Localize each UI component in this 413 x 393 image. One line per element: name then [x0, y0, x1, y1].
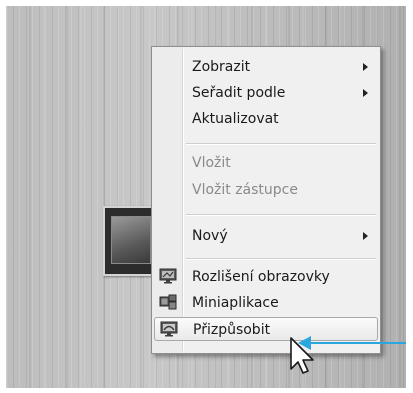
- window-pane: [111, 216, 151, 264]
- menu-item-label: Vložit: [192, 155, 231, 171]
- desktop-background[interactable]: Zobrazit Seřadit podle Aktualizovat Vlož…: [6, 6, 406, 388]
- menu-item-label: Rozlišení obrazovky: [192, 269, 330, 285]
- gadgets-icon: [159, 294, 177, 310]
- menu-item-label: Seřadit podle: [192, 85, 286, 101]
- menu-separator: [186, 143, 376, 145]
- menu-item-miniaplikace[interactable]: Miniaplikace: [154, 291, 378, 315]
- menu-item-aktualizovat[interactable]: Aktualizovat: [154, 107, 378, 131]
- menu-item-label: Přizpůsobit: [193, 322, 271, 338]
- menu-item-zobrazit[interactable]: Zobrazit: [154, 55, 378, 79]
- menu-item-vlozit[interactable]: Vložit: [154, 151, 378, 175]
- menu-item-vlozit-zastupce[interactable]: Vložit zástupce: [154, 178, 378, 202]
- menu-item-prizpusobit[interactable]: Přizpůsobit: [154, 317, 378, 341]
- desktop-context-menu: Zobrazit Seřadit podle Aktualizovat Vlož…: [151, 46, 381, 354]
- menu-item-novy[interactable]: Nový: [154, 224, 378, 248]
- submenu-arrow-icon: [363, 89, 368, 97]
- menu-item-label: Miniaplikace: [192, 295, 279, 311]
- screen-resolution-icon: [159, 268, 177, 284]
- callout-arrow-line: [309, 342, 406, 344]
- menu-item-label: Vložit zástupce: [192, 182, 298, 198]
- menu-item-label: Aktualizovat: [192, 111, 279, 127]
- submenu-arrow-icon: [363, 232, 368, 240]
- mouse-cursor-icon: [290, 337, 314, 374]
- menu-item-label: Nový: [192, 228, 228, 244]
- menu-separator: [186, 258, 376, 260]
- menu-item-seradit-podle[interactable]: Seřadit podle: [154, 81, 378, 105]
- personalize-icon: [160, 321, 178, 337]
- menu-separator: [186, 214, 376, 216]
- menu-item-label: Zobrazit: [192, 59, 251, 75]
- submenu-arrow-icon: [363, 63, 368, 71]
- menu-item-rozliseni-obrazovky[interactable]: Rozlišení obrazovky: [154, 265, 378, 289]
